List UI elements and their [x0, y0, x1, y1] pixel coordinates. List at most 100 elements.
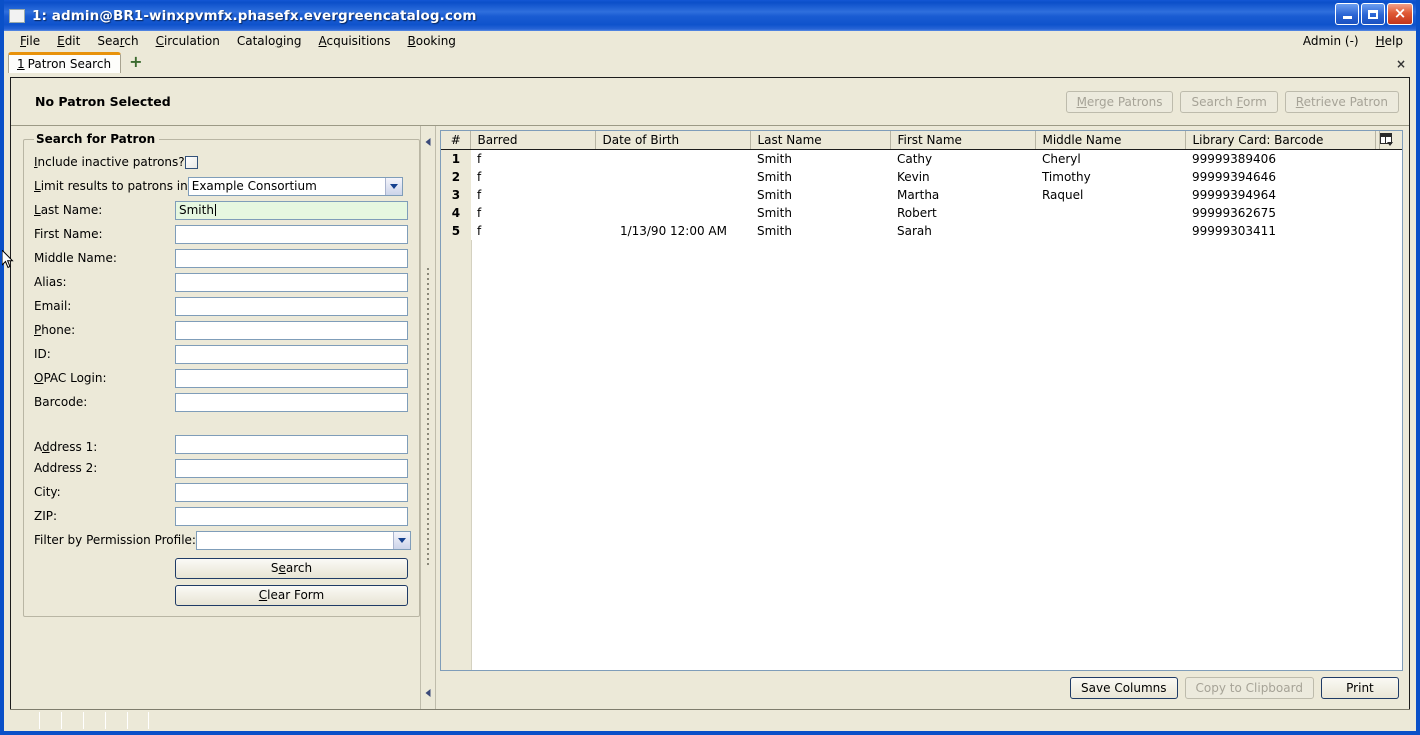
field-row-include-inactive: Include inactive patrons? — [34, 150, 411, 174]
cell-last-name: Smith — [750, 221, 891, 240]
row-number: 4 — [440, 203, 471, 222]
last-name-input[interactable]: Smith — [175, 200, 408, 220]
permission-profile-select[interactable] — [195, 530, 411, 550]
chevron-down-icon — [384, 177, 402, 195]
row-number: 1 — [440, 149, 471, 168]
print-button[interactable]: Print — [1320, 677, 1399, 699]
column-header-last-name[interactable]: Last Name — [750, 131, 891, 150]
alias-input[interactable] — [175, 272, 408, 292]
new-tab-button[interactable]: + — [121, 53, 150, 71]
content-area: No Patron Selected Merge Patrons Search … — [4, 73, 1416, 731]
cell-barred: f — [470, 221, 596, 240]
menu-circulation[interactable]: Circulation — [148, 32, 229, 50]
menu-search[interactable]: Search — [89, 32, 147, 50]
field-row-alias: Alias: — [34, 270, 411, 294]
barcode-label: Barcode: — [34, 395, 88, 409]
search-button[interactable]: Search — [175, 558, 408, 579]
minimize-button[interactable] — [1335, 3, 1359, 25]
cell-barcode: 99999389406 — [1185, 149, 1376, 168]
menu-help[interactable]: Help — [1368, 32, 1412, 50]
address-2-input[interactable] — [175, 458, 408, 478]
alias-label: Alias: — [34, 275, 67, 289]
window-title: 1: admin@BR1-winxpvmfx.phasefx.evergreen… — [32, 7, 477, 24]
row-number: 2 — [440, 167, 471, 186]
limit-results-label: Limit results to patrons in — [34, 179, 188, 193]
cell-barred: f — [470, 203, 596, 222]
cell-barred: f — [470, 149, 596, 168]
tab-patron-search[interactable]: 1 Patron Search — [8, 52, 122, 73]
menu-admin[interactable]: Admin (-) — [1295, 32, 1368, 50]
search-form-button[interactable]: Search Form — [1180, 90, 1278, 113]
splitter-collapse-top-icon[interactable] — [425, 138, 431, 146]
column-header-middle-name[interactable]: Middle Name — [1035, 131, 1186, 150]
opac-login-input[interactable] — [175, 368, 408, 388]
table-row[interactable]: 4 f Smith Robert 99999362675 — [440, 203, 1402, 222]
field-row-address-1: Address 1: — [34, 414, 411, 456]
cell-dob: 1/13/90 12:00 AM — [595, 221, 751, 240]
table-row[interactable]: 2 f Smith Kevin Timothy 99999394646 — [440, 167, 1402, 186]
cell-middle-name — [1035, 203, 1186, 222]
application-window: 1: admin@BR1-winxpvmfx.phasefx.evergreen… — [0, 0, 1420, 735]
email-input[interactable] — [175, 296, 408, 316]
table-row[interactable]: 3 f Smith Martha Raquel 99999394964 — [440, 185, 1402, 204]
results-table-head: # Barred Date of Birth Last Name First N… — [440, 131, 1402, 150]
field-row-limit-results: Limit results to patrons in Example Cons… — [34, 174, 411, 198]
tab-bar: 1 Patron Search + × — [4, 51, 1416, 73]
zip-input[interactable] — [175, 506, 408, 526]
patron-search-panel: No Patron Selected Merge Patrons Search … — [10, 77, 1410, 709]
splitter-grip — [426, 267, 429, 568]
close-tab-button[interactable]: × — [1396, 57, 1406, 71]
table-row[interactable]: 5 f 1/13/90 12:00 AM Smith Sarah 9999930… — [440, 221, 1402, 240]
middle-name-input[interactable] — [175, 248, 408, 268]
cell-picker-spacer — [1379, 185, 1402, 204]
city-input[interactable] — [175, 482, 408, 502]
column-picker-button[interactable] — [1379, 131, 1402, 150]
row-number: 5 — [440, 221, 471, 240]
cell-first-name: Cathy — [890, 149, 1036, 168]
menu-cataloging[interactable]: Cataloging — [229, 32, 311, 50]
field-row-address-2: Address 2: — [34, 456, 411, 480]
column-header-dob[interactable]: Date of Birth — [595, 131, 751, 150]
cell-barcode: 99999303411 — [1185, 221, 1376, 240]
menu-booking[interactable]: Booking — [400, 32, 465, 50]
cell-barred: f — [470, 167, 596, 186]
column-header-number[interactable]: # — [440, 131, 471, 150]
table-row[interactable]: 1 f Smith Cathy Cheryl 99999389406 — [440, 149, 1402, 168]
status-cell-3 — [62, 712, 84, 729]
menu-file[interactable]: File — [12, 32, 49, 50]
close-button[interactable]: × — [1387, 3, 1413, 25]
field-row-email: Email: — [34, 294, 411, 318]
menu-acquisitions[interactable]: Acquisitions — [311, 32, 400, 50]
table-empty-area — [440, 239, 1402, 670]
results-table-container: # Barred Date of Birth Last Name First N… — [439, 130, 1403, 671]
title-bar: 1: admin@BR1-winxpvmfx.phasefx.evergreen… — [4, 0, 1416, 31]
cell-first-name: Martha — [890, 185, 1036, 204]
pane-splitter[interactable] — [419, 126, 436, 709]
include-inactive-checkbox[interactable] — [184, 155, 198, 169]
menu-edit[interactable]: Edit — [49, 32, 89, 50]
column-header-first-name[interactable]: First Name — [890, 131, 1036, 150]
phone-input[interactable] — [175, 320, 408, 340]
results-pane: # Barred Date of Birth Last Name First N… — [436, 126, 1409, 709]
column-header-barred[interactable]: Barred — [470, 131, 596, 150]
minimize-icon — [1342, 16, 1352, 19]
copy-to-clipboard-button[interactable]: Copy to Clipboard — [1184, 677, 1314, 699]
id-input[interactable] — [175, 344, 408, 364]
tab-label: Patron Search — [27, 57, 112, 71]
save-columns-button[interactable]: Save Columns — [1070, 677, 1178, 699]
column-header-library-card-barcode[interactable]: Library Card: Barcode — [1185, 131, 1376, 150]
search-pane: Search for Patron Include inactive patro… — [11, 126, 420, 709]
clear-form-button[interactable]: Clear Form — [175, 585, 408, 606]
app-icon — [9, 8, 25, 23]
barcode-input[interactable] — [175, 392, 408, 412]
merge-patrons-button[interactable]: Merge Patrons — [1065, 90, 1174, 113]
maximize-button[interactable] — [1361, 3, 1385, 25]
splitter-collapse-bottom-icon[interactable] — [425, 689, 431, 697]
menu-bar-right: Admin (-) Help — [1295, 32, 1412, 50]
limit-results-select[interactable]: Example Consortium — [187, 176, 403, 196]
window-controls: × — [1335, 3, 1413, 25]
first-name-input[interactable] — [175, 224, 408, 244]
address-1-input[interactable] — [175, 435, 408, 454]
retrieve-patron-button[interactable]: Retrieve Patron — [1284, 90, 1399, 113]
status-cell-5 — [106, 712, 128, 729]
